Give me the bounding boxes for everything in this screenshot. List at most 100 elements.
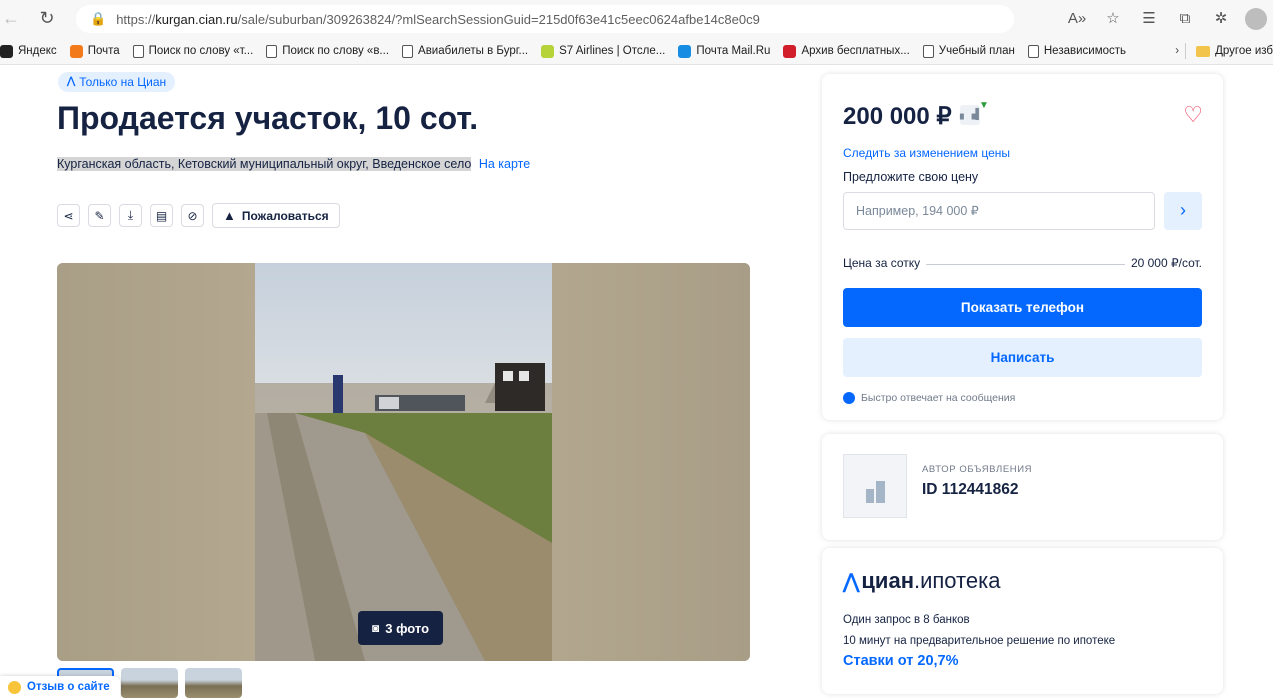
author-id: ID 112441862 — [922, 481, 1019, 498]
bookmark-label: Архив бесплатных... — [801, 45, 910, 57]
collections-icon[interactable]: ⧉ — [1167, 5, 1203, 33]
price-history-chart-icon[interactable]: ▖▗▌ — [960, 105, 982, 125]
offer-submit-button[interactable]: › — [1164, 192, 1202, 230]
clock-icon — [843, 392, 855, 404]
address-text: Курганская область, Кетовский муниципаль… — [57, 157, 472, 171]
bookmark-item[interactable]: Яндекс — [0, 44, 57, 58]
complain-button[interactable]: ▲ Пожаловаться — [212, 203, 340, 228]
show-phone-button[interactable]: Показать телефон — [843, 288, 1202, 327]
read-aloud-icon[interactable]: A» — [1059, 5, 1095, 33]
map-link[interactable]: На карте — [479, 157, 530, 171]
hide-icon: ⊘ — [187, 208, 198, 223]
bookmark-label: Почта — [87, 45, 120, 57]
bookmark-item[interactable]: Авиабилеты в Бург... — [402, 44, 529, 58]
bookmark-item[interactable]: S7 Airlines | Отсле... — [541, 44, 666, 58]
bookmark-item[interactable]: Независимость — [1027, 44, 1127, 58]
note-button[interactable]: ✎ — [88, 204, 111, 227]
profile-avatar-icon[interactable] — [1245, 8, 1267, 30]
author-label: АВТОР ОБЪЯВЛЕНИЯ — [922, 464, 1033, 475]
cian-logo-icon: ⋀ — [67, 76, 76, 87]
url-path: /sale/suburban/309263824/?mlSearchSessio… — [237, 11, 760, 27]
bookmark-item[interactable]: Архив бесплатных... — [783, 44, 910, 58]
bookmark-label: Независимость — [1043, 45, 1127, 57]
bookmark-item[interactable]: Почта Mail.Ru — [678, 44, 771, 58]
site-feedback-button[interactable]: Отзыв о сайте — [0, 676, 120, 698]
offer-price-input[interactable] — [843, 192, 1155, 230]
photo-count-button[interactable]: ◙ 3 фото — [358, 611, 444, 645]
bookmarks-list: Яндекс Почта Поиск по слову «т... Поиск по … — [0, 38, 1139, 64]
photo-gallery[interactable]: ◙ 3 фото — [57, 263, 750, 661]
camera-icon: ◙ — [372, 621, 380, 635]
only-on-cian-badge: ⋀ Только на Циан — [58, 72, 176, 92]
price-per-sotka-label: Цена за сотку — [843, 256, 921, 270]
site-info-icon[interactable]: 🔒 — [90, 11, 106, 27]
bookmark-item[interactable]: Почта — [69, 44, 120, 58]
page-icon — [1027, 44, 1039, 58]
author-avatar — [843, 454, 907, 518]
feedback-label: Отзыв о сайте — [27, 681, 110, 693]
url-host: kurgan.cian.ru — [155, 11, 238, 27]
print-button[interactable]: ▤ — [150, 204, 173, 227]
other-bookmarks-folder[interactable]: Другое изб — [1215, 45, 1273, 57]
favorites-list-icon[interactable]: ☰ — [1131, 5, 1167, 33]
url-prefix: https:// — [116, 11, 156, 27]
complain-label: Пожаловаться — [241, 208, 329, 223]
bookmark-label: S7 Airlines | Отсле... — [559, 45, 666, 57]
bookmarks-bar: Яндекс Почта Поиск по слову «т... Поиск по … — [0, 38, 1273, 65]
address: Курганская область, Кетовский муниципаль… — [57, 157, 530, 171]
chevron-right-icon: › — [1180, 200, 1186, 220]
price-drop-arrow-icon: ▼ — [979, 100, 989, 111]
track-price-link[interactable]: Следить за изменением цены — [843, 146, 1010, 160]
bookmark-label: Авиабилеты в Бург... — [418, 45, 529, 57]
bookmark-item[interactable]: Поиск по слову «в... — [266, 44, 389, 58]
price-per-sotka-value: 20 000 ₽/сот. — [1130, 256, 1202, 270]
bookmark-label: Почта Mail.Ru — [696, 45, 771, 57]
bookmark-item[interactable]: Поиск по слову «т... — [132, 44, 253, 58]
smile-icon — [8, 680, 21, 694]
thumbnail[interactable] — [185, 668, 242, 698]
badge-label: Только на Циан — [79, 75, 167, 89]
fast-reply-text: Быстро отвечает на сообщения — [861, 392, 1016, 404]
s7-icon — [541, 44, 555, 58]
mortgage-card[interactable]: ⋀ циан .ипотека Один запрос в 8 банков 1… — [822, 548, 1223, 694]
land-plot-photo — [255, 263, 552, 661]
download-button[interactable]: ⤓ — [119, 204, 142, 227]
hide-button[interactable]: ⊘ — [181, 204, 204, 227]
page-icon — [266, 44, 278, 58]
share-button[interactable]: ⋖ — [57, 204, 80, 227]
folder-icon — [1196, 45, 1211, 57]
page-icon — [922, 44, 934, 58]
page-icon — [402, 44, 414, 58]
favorite-heart-icon[interactable]: ♡ — [1183, 102, 1203, 128]
extensions-icon[interactable]: ✲ — [1203, 5, 1239, 33]
cian-logo-icon: ⋀ — [843, 571, 860, 593]
offer-price-label: Предложите свою цену — [843, 170, 979, 184]
bookmark-item[interactable]: Учебный план — [922, 44, 1015, 58]
mortgage-rate-link[interactable]: Ставки от 20,7% — [843, 653, 959, 669]
browser-toolbar: ← ↻ 🔒 https://kurgan.cian.ru/sale/suburb… — [0, 0, 1273, 38]
mortgage-brand: циан — [861, 568, 914, 593]
yandex-icon — [0, 44, 13, 58]
mortgage-line-2: 10 минут на предварительное решение по и… — [843, 635, 1116, 647]
mail-icon — [69, 44, 83, 58]
page-icon — [132, 44, 144, 58]
thumbnail[interactable] — [121, 668, 178, 698]
printer-icon: ▤ — [155, 208, 168, 223]
bookmark-label: Учебный план — [938, 45, 1015, 57]
more-bookmarks-chevron-icon[interactable]: › — [1175, 45, 1179, 57]
back-icon[interactable]: ← — [0, 8, 22, 29]
main-photo[interactable] — [255, 263, 552, 661]
download-icon: ⤓ — [127, 208, 134, 222]
author-card[interactable]: АВТОР ОБЪЯВЛЕНИЯ ID 112441862 — [822, 434, 1223, 540]
favorite-star-icon[interactable]: ☆ — [1095, 5, 1131, 33]
reload-icon[interactable]: ↻ — [36, 8, 58, 29]
pencil-icon: ✎ — [94, 208, 105, 223]
share-icon: ⋖ — [63, 208, 74, 223]
photo-count-label: 3 фото — [385, 620, 430, 636]
page-title: Продается участок, 10 сот. — [57, 100, 479, 136]
write-message-button[interactable]: Написать — [843, 338, 1202, 377]
cian-mortgage-logo: ⋀ циан .ипотека — [843, 568, 1000, 594]
archive-icon — [783, 44, 797, 58]
bookmark-label: Яндекс — [18, 45, 57, 57]
address-bar[interactable]: 🔒 https://kurgan.cian.ru/sale/suburban/3… — [76, 5, 1014, 33]
